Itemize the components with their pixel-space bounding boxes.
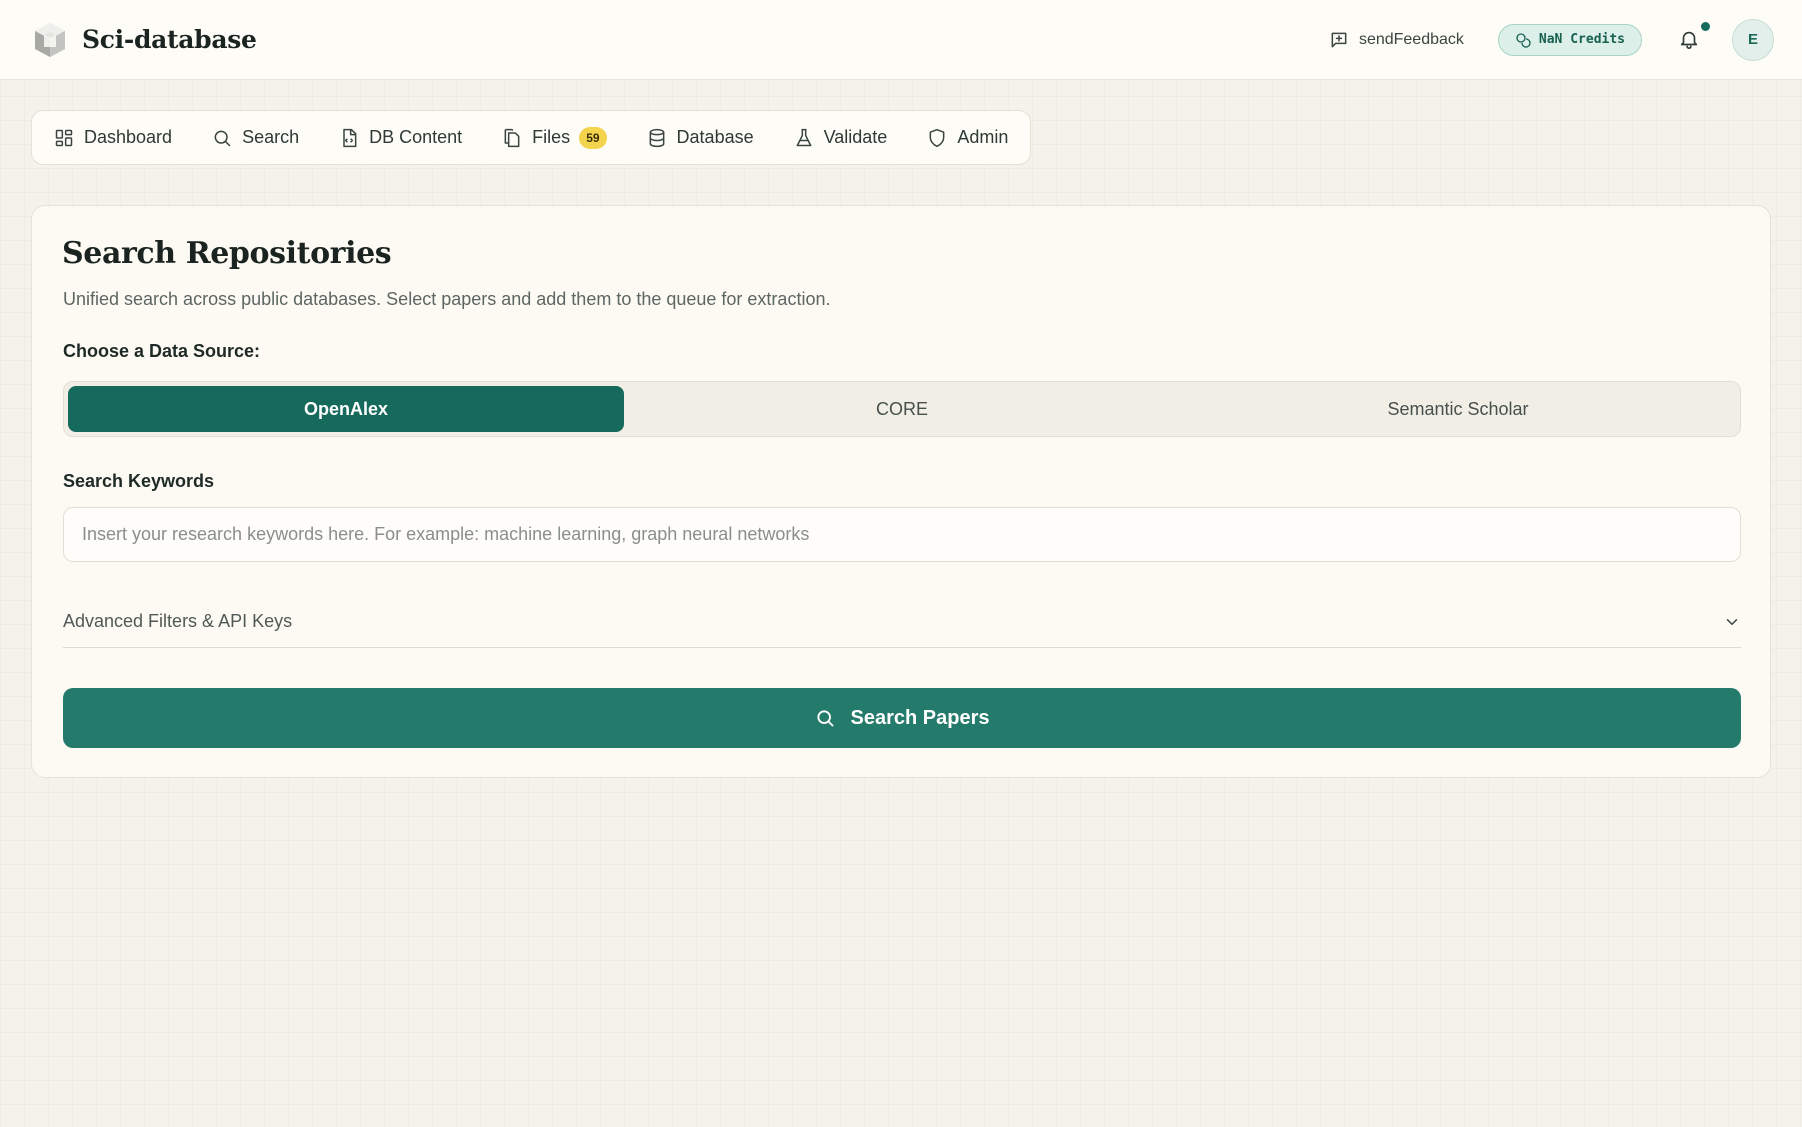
credits-label: NaN Credits: [1538, 32, 1625, 47]
logo-cube-icon: [35, 22, 65, 57]
search-icon: [214, 130, 231, 146]
nav-label-admin: Admin: [957, 127, 1009, 147]
avatar[interactable]: E: [1732, 18, 1774, 61]
source-option-semantic-scholar[interactable]: Semantic Scholar: [1180, 386, 1736, 432]
shield-icon: [929, 128, 945, 147]
search-keywords-input[interactable]: [63, 507, 1741, 562]
chevron-down-icon: [1726, 618, 1738, 625]
nav-label-database: Database: [676, 127, 754, 147]
search-icon: [816, 710, 833, 727]
nav-item-admin[interactable]: Admin: [927, 127, 1008, 148]
notification-dot: [1701, 21, 1710, 31]
send-feedback-button[interactable]: sendFeedback: [1329, 30, 1464, 50]
nav-item-validate[interactable]: Validate: [794, 127, 888, 148]
top-actions: sendFeedback NaN Credits E: [1329, 18, 1774, 61]
advanced-filters-toggle[interactable]: Advanced Filters & API Keys: [63, 596, 1741, 648]
data-source-label: Choose a Data Source:: [63, 341, 261, 361]
nav-item-db-content[interactable]: DB Content: [339, 127, 462, 148]
data-source-selector: OpenAlex CORE Semantic Scholar: [63, 381, 1741, 437]
nav-label-db-content: DB Content: [369, 127, 463, 147]
top-bar: Sci-database sendFeedback NaN Credits E: [0, 0, 1802, 80]
source-option-openalex[interactable]: OpenAlex: [68, 386, 624, 432]
notifications-button[interactable]: [1678, 21, 1710, 52]
file-code-icon: [343, 128, 357, 147]
nav-item-files[interactable]: Files 59: [502, 126, 607, 149]
feedback-label: sendFeedback: [1358, 30, 1464, 48]
files-icon: [504, 128, 520, 147]
search-repositories-card: Search Repositories Unified search acros…: [31, 205, 1771, 778]
coins-icon: [1516, 32, 1531, 48]
nav-item-search[interactable]: Search: [212, 127, 299, 148]
page-title: Search Repositories: [62, 236, 392, 271]
nav-label-search: Search: [242, 127, 300, 147]
main-nav: Dashboard Search DB Content Files 59 Dat…: [31, 110, 1032, 165]
brand[interactable]: Sci-database: [30, 20, 257, 60]
advanced-filters-label: Advanced Filters & API Keys: [63, 611, 293, 631]
nav-label-dashboard: Dashboard: [84, 127, 173, 147]
source-option-core[interactable]: CORE: [624, 386, 1180, 432]
bell-icon: [1680, 31, 1698, 49]
search-keywords-label: Search Keywords: [63, 471, 215, 491]
nav-item-database[interactable]: Database: [647, 127, 754, 148]
credits-badge[interactable]: NaN Credits: [1497, 23, 1642, 56]
feedback-icon: [1331, 32, 1347, 47]
nav-label-validate: Validate: [823, 127, 888, 147]
dashboard-icon: [55, 129, 73, 146]
search-papers-button[interactable]: Search Papers: [63, 688, 1741, 748]
flask-icon: [796, 128, 812, 146]
search-papers-label: Search Papers: [850, 706, 990, 729]
page-description: Unified search across public databases. …: [63, 289, 831, 309]
brand-name: Sci-database: [82, 25, 257, 54]
nav-label-files: Files: [532, 127, 571, 147]
files-count-badge: 59: [579, 126, 607, 149]
nav-item-dashboard[interactable]: Dashboard: [54, 127, 172, 148]
database-icon: [649, 128, 664, 147]
